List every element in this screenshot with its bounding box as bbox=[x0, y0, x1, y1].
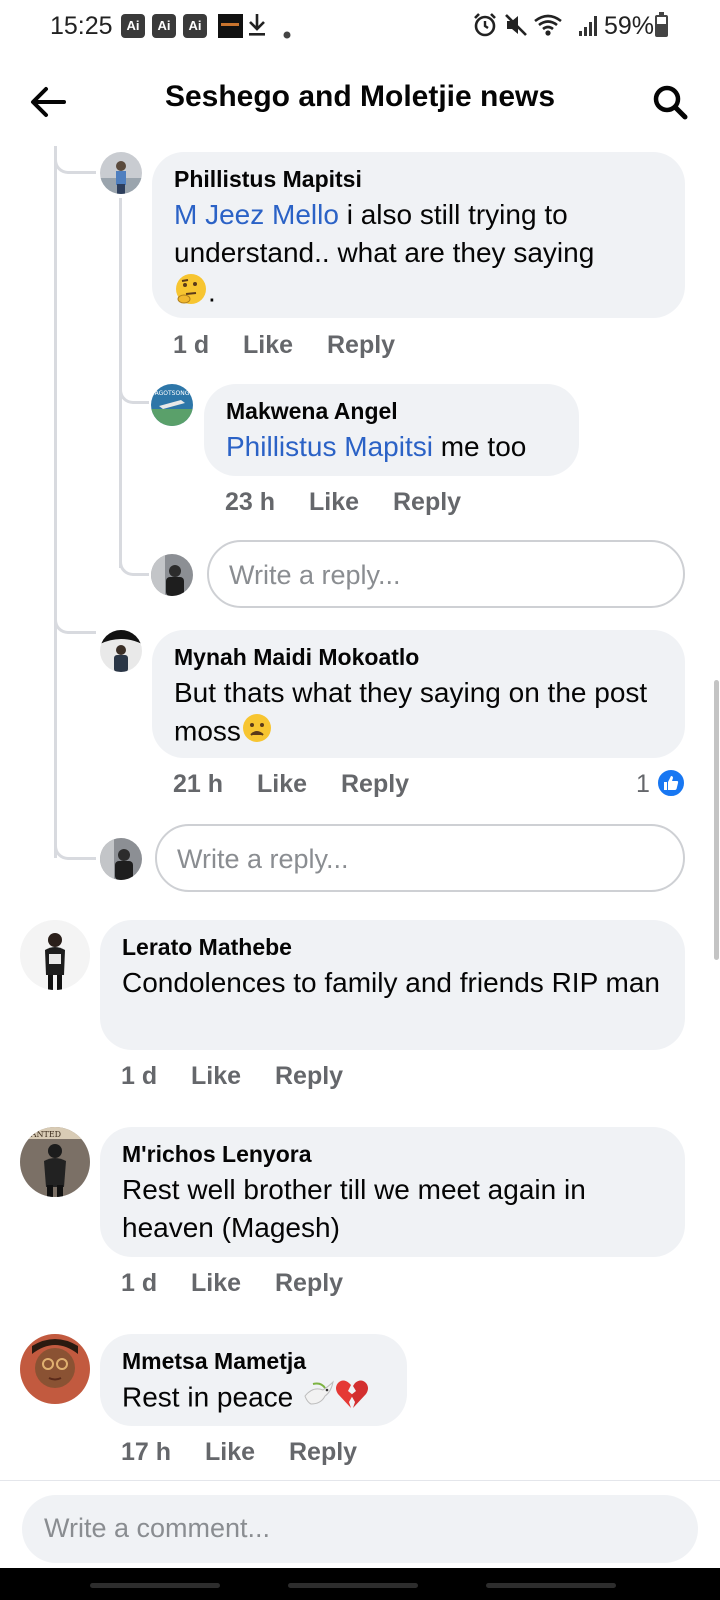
comment-author[interactable]: Phillistus Mapitsi bbox=[174, 166, 362, 193]
like-button[interactable]: Like bbox=[309, 488, 359, 517]
frowning-face-icon bbox=[241, 712, 273, 754]
app-header: Seshego and Moletjie news bbox=[0, 56, 720, 146]
reply-button[interactable]: Reply bbox=[289, 1438, 357, 1467]
comment-body: me too bbox=[432, 431, 527, 462]
reply-button[interactable]: Reply bbox=[393, 488, 461, 517]
nav-back-button[interactable] bbox=[486, 1583, 616, 1588]
download-icon bbox=[246, 12, 268, 44]
comment-body-tail: . bbox=[208, 276, 216, 308]
nav-recents-button[interactable] bbox=[90, 1583, 220, 1588]
comment-text: Rest well brother till we meet again in … bbox=[122, 1174, 586, 1243]
app-notification-icon: Ai bbox=[121, 14, 145, 38]
reply-input[interactable]: Write a reply... bbox=[155, 824, 685, 892]
comment-text: Phillistus Mapitsi me too bbox=[226, 428, 576, 466]
avatar[interactable] bbox=[100, 630, 142, 672]
like-button[interactable]: Like bbox=[191, 1062, 241, 1091]
current-user-avatar bbox=[151, 554, 193, 596]
battery-icon bbox=[655, 12, 668, 37]
comment-bubble[interactable]: Phillistus Mapitsi M Jeez Mello i also s… bbox=[152, 152, 685, 318]
comment-time: 1 d bbox=[173, 331, 210, 359]
avatar[interactable] bbox=[20, 1334, 90, 1404]
search-button[interactable] bbox=[646, 78, 694, 126]
status-time: 15:25 bbox=[50, 12, 113, 40]
thread-line bbox=[54, 146, 57, 858]
svg-text:AGOTSONG: AGOTSONG bbox=[155, 390, 190, 397]
comment-input[interactable]: Write a comment... bbox=[22, 1495, 698, 1563]
comment-text: M Jeez Mello i also still trying to unde… bbox=[174, 196, 674, 316]
comment-time: 1 d bbox=[121, 1062, 158, 1090]
reply-button[interactable]: Reply bbox=[275, 1062, 343, 1091]
comment-time: 23 h bbox=[225, 488, 276, 516]
reply-button[interactable]: Reply bbox=[327, 331, 395, 360]
battery-percent: 59% bbox=[604, 12, 655, 40]
avatar[interactable]: WANTED bbox=[20, 1127, 90, 1197]
avatar[interactable] bbox=[20, 920, 90, 990]
comment-bubble[interactable]: Makwena Angel Phillistus Mapitsi me too bbox=[204, 384, 579, 476]
comment-time: 17 h bbox=[121, 1438, 172, 1466]
comment-bubble[interactable]: Mynah Maidi Mokoatlo But thats what they… bbox=[152, 630, 685, 758]
mute-icon bbox=[503, 12, 529, 44]
comment-bubble[interactable]: Mmetsa Mametja Rest in peace bbox=[100, 1334, 407, 1426]
nav-home-button[interactable] bbox=[288, 1583, 418, 1588]
comment-bubble[interactable]: Lerato Mathebe Condolences to family and… bbox=[100, 920, 685, 1050]
reply-button[interactable]: Reply bbox=[275, 1269, 343, 1298]
mention-link[interactable]: Phillistus Mapitsi bbox=[226, 431, 433, 462]
like-button[interactable]: Like bbox=[205, 1438, 255, 1467]
current-user-avatar bbox=[100, 838, 142, 880]
thread-connector bbox=[54, 832, 96, 860]
avatar[interactable] bbox=[100, 152, 142, 194]
thinking-face-icon bbox=[174, 272, 208, 316]
like-button[interactable]: Like bbox=[191, 1269, 241, 1298]
comment-composer: Write a comment... bbox=[0, 1480, 720, 1568]
reply-placeholder: Write a reply... bbox=[177, 844, 349, 874]
comment-text: Condolences to family and friends RIP ma… bbox=[122, 967, 660, 998]
thread-connector bbox=[54, 146, 96, 174]
dove-icon bbox=[301, 1378, 335, 1420]
comment-body: Rest in peace bbox=[122, 1381, 294, 1413]
comment-author[interactable]: Makwena Angel bbox=[226, 398, 398, 425]
comment-placeholder: Write a comment... bbox=[44, 1513, 271, 1543]
battery-level bbox=[657, 24, 666, 35]
like-reaction-icon[interactable] bbox=[656, 768, 686, 798]
reaction-count[interactable]: 1 bbox=[636, 770, 650, 799]
reply-placeholder: Write a reply... bbox=[229, 560, 401, 590]
page-title: Seshego and Moletjie news bbox=[164, 80, 556, 113]
like-button[interactable]: Like bbox=[257, 770, 307, 799]
alarm-icon bbox=[472, 12, 498, 44]
mention-link[interactable]: M Jeez Mello bbox=[174, 199, 339, 230]
app-notification-icon: Ai bbox=[183, 14, 207, 38]
thread-connector bbox=[119, 548, 149, 576]
thread-connector bbox=[54, 606, 96, 634]
reply-input[interactable]: Write a reply... bbox=[207, 540, 685, 608]
avatar[interactable]: AGOTSONG bbox=[151, 384, 193, 426]
app-notification-icon bbox=[218, 14, 243, 38]
comment-author[interactable]: M'richos Lenyora bbox=[122, 1141, 312, 1168]
comment-bubble[interactable]: M'richos Lenyora Rest well brother till … bbox=[100, 1127, 685, 1257]
signal-icon bbox=[579, 16, 599, 36]
wifi-icon bbox=[533, 12, 563, 44]
scrollbar[interactable] bbox=[714, 680, 719, 960]
app-notification-icon: Ai bbox=[152, 14, 176, 38]
comment-time: 1 d bbox=[121, 1269, 158, 1297]
comment-author[interactable]: Mynah Maidi Mokoatlo bbox=[174, 644, 419, 671]
broken-heart-icon bbox=[335, 1378, 369, 1420]
comment-text: Rest in peace bbox=[122, 1378, 402, 1420]
dot-icon bbox=[282, 20, 292, 46]
system-nav-bar bbox=[0, 1568, 720, 1600]
comment-author[interactable]: Lerato Mathebe bbox=[122, 934, 292, 961]
comment-thread[interactable]: Phillistus Mapitsi M Jeez Mello i also s… bbox=[0, 146, 720, 1480]
status-bar: 15:25 Ai Ai Ai 59% bbox=[0, 0, 720, 56]
search-icon bbox=[653, 85, 688, 120]
reply-button[interactable]: Reply bbox=[341, 770, 409, 799]
thread-connector bbox=[119, 374, 149, 404]
comment-author[interactable]: Mmetsa Mametja bbox=[122, 1348, 306, 1375]
comment-text: But thats what they saying on the post m… bbox=[174, 674, 674, 754]
comment-time: 21 h bbox=[173, 770, 224, 798]
svg-text:WANTED: WANTED bbox=[23, 1130, 61, 1139]
like-button[interactable]: Like bbox=[243, 331, 293, 360]
